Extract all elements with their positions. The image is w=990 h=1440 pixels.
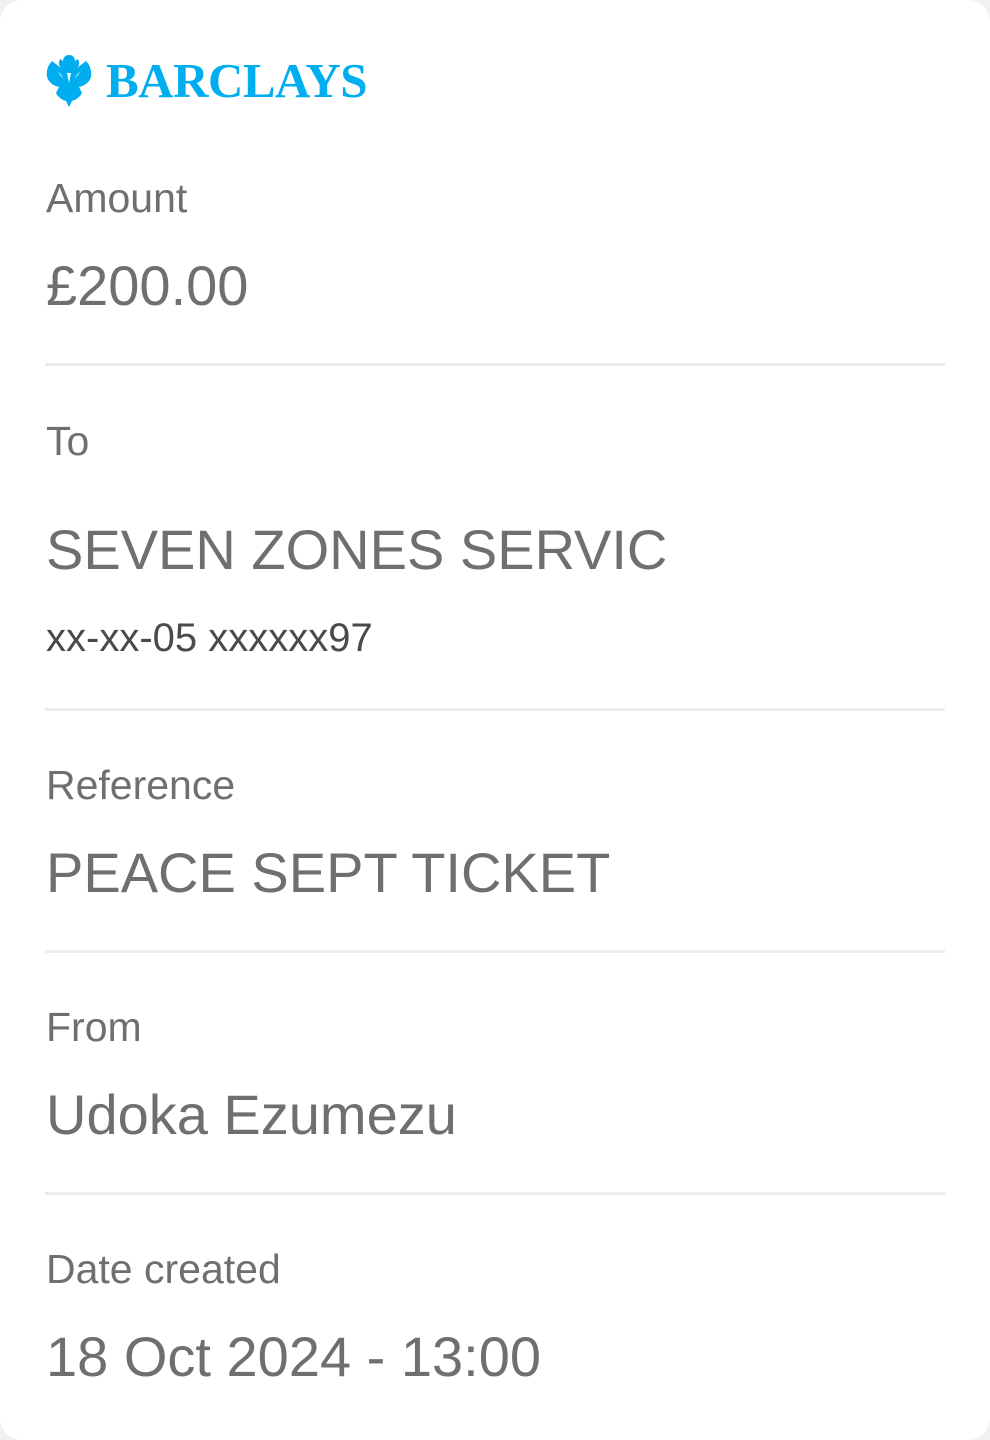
reference-label: Reference [46,762,236,808]
reference-value: PEACE SEPT TICKET [46,841,611,904]
brand-name: BARCLAYS [106,52,368,108]
barclays-logo: BARCLAYS [44,52,368,108]
recipient-name: SEVEN ZONES SERVIC [46,518,668,581]
divider [45,1192,945,1195]
amount-value: £200.00 [46,254,249,317]
amount-label: Amount [46,175,188,221]
payment-details-card: BARCLAYS Amount £200.00 To SEVEN ZONES S… [0,0,990,1440]
recipient-account: xx-xx-05 xxxxxx97 [46,616,373,660]
divider [45,950,945,953]
divider [45,363,945,366]
eagle-icon [46,55,92,107]
divider [45,708,945,711]
recipient-label: To [46,418,90,464]
date-value: 18 Oct 2024 - 13:00 [46,1325,542,1388]
date-label: Date created [46,1246,281,1292]
sender-name: Udoka Ezumezu [46,1083,457,1146]
sender-label: From [46,1004,142,1050]
